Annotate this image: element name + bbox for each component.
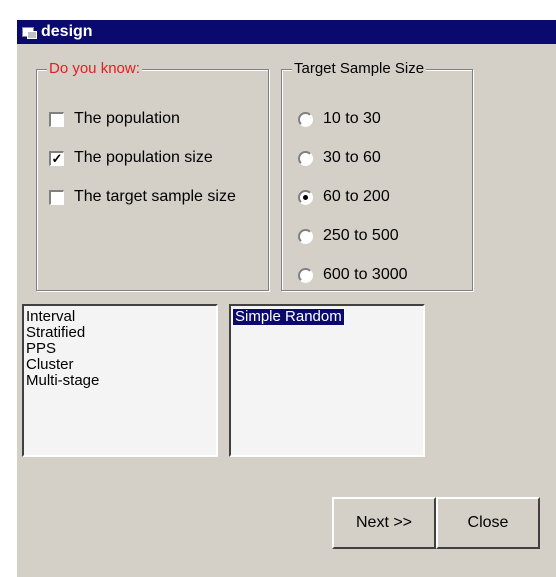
radio-250-to-500-button[interactable]: [298, 228, 313, 244]
design-window: design Do you know: The population ✓ The…: [15, 18, 556, 577]
next-button[interactable]: Next >>: [332, 497, 436, 549]
radio-60-to-200-label: 60 to 200: [323, 188, 390, 205]
list-item[interactable]: Interval: [26, 309, 214, 325]
radio-30-to-60-button[interactable]: [298, 150, 313, 166]
radio-30-to-60[interactable]: 30 to 60: [298, 149, 381, 167]
target-sample-size-label: The target sample size: [74, 188, 236, 205]
radio-10-to-30[interactable]: 10 to 30: [298, 110, 381, 128]
population-size-label: The population size: [74, 149, 213, 166]
radio-60-to-200-button[interactable]: [298, 189, 313, 205]
radio-10-to-30-button[interactable]: [298, 111, 313, 127]
list-item[interactable]: Stratified: [26, 325, 214, 341]
population-checkbox[interactable]: [49, 111, 64, 127]
do-you-know-group: Do you know: The population ✓ The popula…: [36, 60, 269, 291]
selected-methods-listbox[interactable]: Simple Random: [229, 304, 425, 457]
list-item[interactable]: PPS: [26, 341, 214, 357]
list-item[interactable]: Simple Random: [232, 308, 345, 326]
radio-600-to-3000[interactable]: 600 to 3000: [298, 266, 408, 284]
population-label: The population: [74, 110, 180, 127]
checkbox-target-sample-size[interactable]: The target sample size: [49, 188, 236, 206]
title-bar[interactable]: design: [17, 20, 556, 44]
radio-10-to-30-label: 10 to 30: [323, 110, 381, 127]
radio-600-to-3000-label: 600 to 3000: [323, 266, 408, 283]
target-sample-size-legend: Target Sample Size: [292, 60, 427, 78]
target-sample-size-group: Target Sample Size 10 to 30 30 to 60 60 …: [281, 60, 473, 291]
window-title: design: [41, 23, 93, 40]
list-item[interactable]: Cluster: [26, 357, 214, 373]
available-methods-listbox[interactable]: Interval Stratified PPS Cluster Multi-st…: [22, 304, 218, 457]
radio-250-to-500-label: 250 to 500: [323, 227, 399, 244]
radio-30-to-60-label: 30 to 60: [323, 149, 381, 166]
radio-600-to-3000-button[interactable]: [298, 267, 313, 283]
checkbox-population[interactable]: The population: [49, 110, 180, 128]
radio-250-to-500[interactable]: 250 to 500: [298, 227, 399, 245]
population-size-checkbox[interactable]: ✓: [49, 150, 64, 166]
checkbox-population-size[interactable]: ✓ The population size: [49, 149, 213, 167]
list-item[interactable]: Multi-stage: [26, 373, 214, 389]
window-app-icon: [21, 25, 37, 39]
target-sample-size-checkbox[interactable]: [49, 189, 64, 205]
radio-60-to-200[interactable]: 60 to 200: [298, 188, 390, 206]
do-you-know-legend: Do you know:: [47, 60, 142, 78]
close-button[interactable]: Close: [436, 497, 540, 549]
